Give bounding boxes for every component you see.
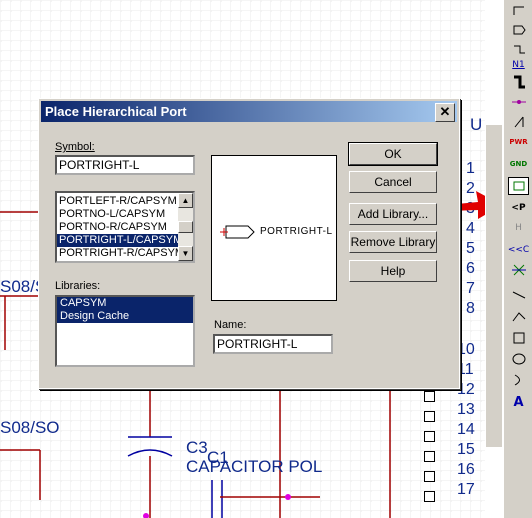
- remove-library-button[interactable]: Remove Library: [349, 231, 437, 253]
- polyline-icon[interactable]: [508, 307, 529, 325]
- bus-icon[interactable]: [508, 21, 529, 39]
- no-connect-icon[interactable]: [508, 261, 529, 279]
- dialog-title: Place Hierarchical Port: [45, 104, 187, 119]
- pin-number: 6: [466, 260, 475, 277]
- library-item-selected[interactable]: CAPSYM: [57, 297, 193, 310]
- dialog-titlebar[interactable]: Place Hierarchical Port ✕: [41, 101, 457, 122]
- canvas-vertical-scrollbar[interactable]: [485, 125, 502, 447]
- pin-number: 16: [457, 461, 475, 478]
- place-part-icon[interactable]: [508, 177, 529, 195]
- pin-connector[interactable]: [424, 471, 435, 482]
- add-library-button[interactable]: Add Library...: [349, 203, 437, 225]
- scroll-thumb[interactable]: [178, 221, 193, 233]
- symbol-listbox[interactable]: PORTLEFT-R/CAPSYM PORTNO-L/CAPSYM PORTNO…: [55, 191, 195, 263]
- pin-number: 17: [457, 481, 475, 498]
- arc-icon[interactable]: [508, 371, 529, 389]
- libraries-listbox[interactable]: CAPSYM Design Cache: [55, 295, 195, 367]
- pin-connector[interactable]: [424, 411, 435, 422]
- text-icon[interactable]: A: [508, 393, 529, 411]
- pin-number: 7: [466, 280, 475, 297]
- ground-symbol-icon[interactable]: GND: [508, 155, 529, 173]
- pin-number: 1: [466, 160, 475, 177]
- libraries-label: Libraries:: [55, 280, 101, 292]
- symbol-label: Symbol:: [55, 141, 95, 153]
- scroll-up-icon[interactable]: ▲: [178, 193, 193, 208]
- list-item[interactable]: PORTNO-L/CAPSYM: [57, 208, 179, 221]
- pin-connector[interactable]: [424, 431, 435, 442]
- rectangle-icon[interactable]: [508, 329, 529, 347]
- symbol-input[interactable]: PORTRIGHT-L: [55, 155, 195, 175]
- line-icon[interactable]: [508, 286, 529, 304]
- hierarchical-pin-icon[interactable]: H: [508, 219, 529, 237]
- name-label: Name:: [214, 319, 247, 331]
- scroll-down-icon[interactable]: ▼: [178, 246, 193, 261]
- pin-connector[interactable]: [424, 451, 435, 462]
- help-button[interactable]: Help: [349, 260, 437, 282]
- power-icon[interactable]: PWR: [508, 133, 529, 151]
- list-item[interactable]: PORTLEFT-R/CAPSYM: [57, 195, 179, 208]
- off-page-icon[interactable]: <<C: [508, 241, 529, 259]
- cancel-button[interactable]: Cancel: [349, 171, 437, 193]
- pin-connector[interactable]: [424, 491, 435, 502]
- place-hierarchical-port-dialog: Place Hierarchical Port ✕ Symbol: PORTRI…: [38, 98, 460, 389]
- capacitor-value-label: CAPACITOR POL: [186, 457, 323, 476]
- pin-number: 15: [457, 441, 475, 458]
- close-icon[interactable]: ✕: [435, 103, 455, 122]
- preview-label: PORTRIGHT-L: [260, 226, 333, 237]
- net-label: S08/SO: [0, 418, 60, 437]
- name-input[interactable]: PORTRIGHT-L: [213, 334, 333, 354]
- capacitor-ref-label: C3: [186, 438, 208, 457]
- list-item[interactable]: PORTRIGHT-R/CAPSYM: [57, 247, 179, 260]
- symbol-preview: PORTRIGHT-L: [211, 155, 337, 301]
- tool-palette: N1 PWR GND <P H <<C A: [503, 0, 532, 518]
- ellipse-icon[interactable]: [508, 350, 529, 368]
- pin-number: 8: [466, 300, 475, 317]
- list-item-selected[interactable]: PORTRIGHT-L/CAPSYM: [57, 234, 179, 247]
- pin-number: 13: [457, 401, 475, 418]
- net-alias-icon[interactable]: N1: [508, 56, 529, 74]
- junction-icon[interactable]: [508, 73, 529, 91]
- pin-number: 14: [457, 421, 475, 438]
- ground-icon[interactable]: [508, 113, 529, 131]
- pin-icon[interactable]: [508, 2, 529, 20]
- pin-number: 5: [466, 240, 475, 257]
- ok-button[interactable]: OK: [348, 142, 438, 166]
- port-symbol-icon: [220, 225, 255, 239]
- list-item[interactable]: PORTNO-R/CAPSYM: [57, 221, 179, 234]
- pin-connector[interactable]: [424, 391, 435, 402]
- hierarchical-port-icon[interactable]: <P: [508, 199, 529, 217]
- symbol-list-scrollbar[interactable]: ▲ ▼: [178, 193, 193, 261]
- bus-entry-icon[interactable]: [508, 93, 529, 111]
- library-item-selected[interactable]: Design Cache: [57, 310, 193, 323]
- part-ref-label: U: [470, 115, 483, 134]
